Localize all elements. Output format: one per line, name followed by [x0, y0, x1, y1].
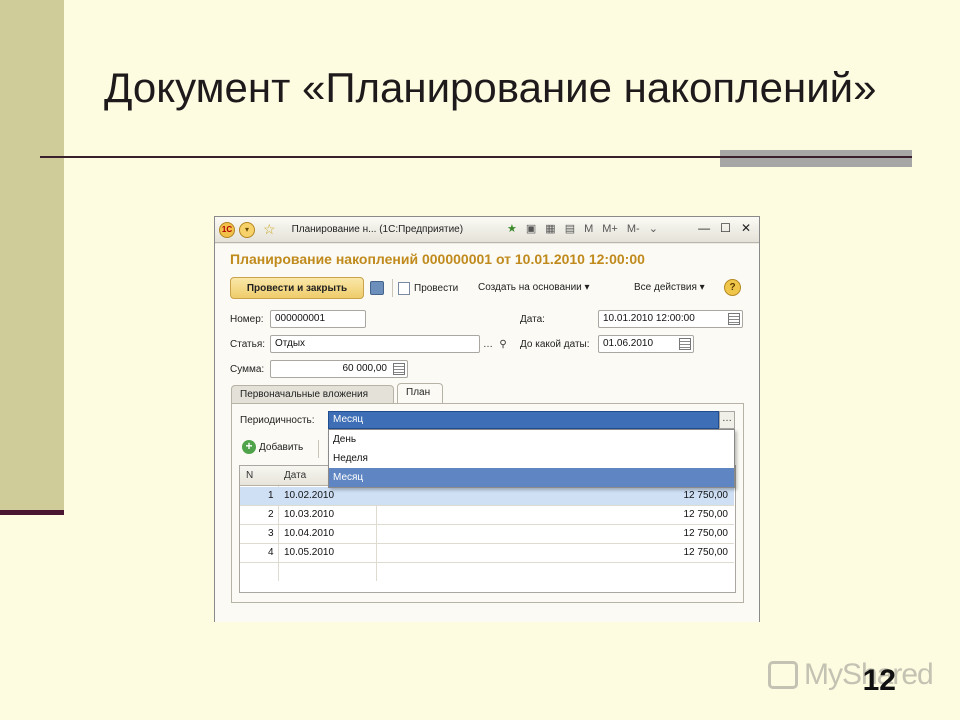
watermark: MyShared — [768, 658, 934, 692]
watermark-logo-icon — [768, 661, 798, 689]
slide-left-bar-line — [0, 510, 64, 515]
add-icon: + — [242, 440, 256, 454]
maximize-icon[interactable]: ☐ — [720, 221, 731, 235]
main-menu-icon[interactable]: ▾ — [239, 221, 255, 238]
all-actions-button[interactable]: Все действия ▾ — [634, 282, 705, 293]
window-controls: — ☐ ✕ — [698, 221, 751, 235]
save-icon[interactable] — [370, 281, 384, 295]
window-title: Планирование н... (1С:Предприятие) — [291, 224, 464, 235]
memory-plus-button[interactable]: M+ — [602, 223, 618, 235]
calculator-icon[interactable]: ▦ — [545, 222, 555, 235]
option-month[interactable]: Месяц — [329, 468, 734, 487]
periodicity-dropdown-button[interactable]: … — [719, 411, 735, 429]
row-sum: 12 750,00 — [683, 547, 729, 558]
title-accent-block — [720, 150, 912, 167]
post-document-icon — [398, 282, 410, 295]
sum-label: Сумма: — [230, 364, 265, 375]
table-row[interactable]: 4 10.05.2010 12 750,00 — [240, 544, 734, 563]
row-date: 10.04.2010 — [284, 528, 335, 539]
favorites-star-icon[interactable]: ☆ — [263, 221, 276, 238]
post-button[interactable]: Провести — [398, 282, 458, 295]
article-select-button[interactable]: … — [480, 335, 496, 353]
table-row[interactable]: 2 10.03.2010 12 750,00 — [240, 506, 734, 525]
number-label: Номер: — [230, 314, 264, 325]
help-icon[interactable]: ? — [724, 279, 741, 296]
sum-field[interactable]: 60 000,00 — [270, 360, 408, 378]
periodicity-dropdown-list: День Неделя Месяц — [328, 429, 735, 488]
number-field[interactable]: 000000001 — [270, 310, 366, 328]
sum-value: 60 000,00 — [342, 363, 388, 374]
article-label: Статья: — [230, 339, 266, 350]
document-title: Планирование накоплений 000000001 от 10.… — [230, 251, 645, 267]
table-row[interactable]: 3 10.04.2010 12 750,00 — [240, 525, 734, 544]
column-n-header[interactable]: N — [246, 470, 253, 481]
row-number: 3 — [268, 528, 274, 539]
until-date-label: До какой даты: — [520, 339, 590, 350]
row-sum: 12 750,00 — [683, 509, 729, 520]
calendar-icon[interactable]: ▤ — [565, 222, 575, 235]
add-favorite-icon[interactable]: ★ — [507, 222, 517, 235]
article-field[interactable]: Отдых — [270, 335, 480, 353]
app-logo-icon[interactable]: 1С — [219, 221, 235, 238]
more-chevron-icon[interactable]: ⌄ — [649, 222, 658, 235]
row-sum: 12 750,00 — [683, 490, 729, 501]
until-date-value: 01.06.2010 — [603, 338, 654, 349]
table-row[interactable]: 1 10.02.2010 12 750,00 — [240, 487, 734, 506]
calendar-picker-icon[interactable] — [728, 313, 740, 325]
row-number: 2 — [268, 509, 274, 520]
toolbar-separator — [392, 279, 393, 297]
option-day[interactable]: День — [329, 430, 734, 449]
add-button-label: Добавить — [259, 441, 304, 453]
row-date: 10.02.2010 — [284, 490, 335, 501]
date-field[interactable]: 10.01.2010 12:00:00 — [598, 310, 743, 328]
article-search-icon[interactable]: ⚲ — [496, 335, 510, 353]
tab-plan[interactable]: План — [397, 383, 443, 403]
create-based-on-button[interactable]: Создать на основании ▾ — [478, 282, 590, 293]
row-number: 4 — [268, 547, 274, 558]
bookmark-icon[interactable]: ▣ — [526, 222, 536, 235]
slide-title: Документ «Планирование накоплений» — [104, 64, 877, 111]
sum-calculator-icon[interactable] — [393, 363, 405, 375]
command-bar: Провести и закрыть Провести Создать на о… — [230, 277, 742, 299]
row-number: 1 — [268, 490, 274, 501]
periodicity-label: Периодичность: — [240, 415, 315, 426]
create-based-label: Создать на основании — [478, 282, 582, 293]
row-sum: 12 750,00 — [683, 528, 729, 539]
until-date-field[interactable]: 01.06.2010 — [598, 335, 694, 353]
option-week[interactable]: Неделя — [329, 449, 734, 468]
row-date: 10.03.2010 — [284, 509, 335, 520]
column-date-header[interactable]: Дата — [284, 470, 306, 481]
memory-minus-button[interactable]: M- — [627, 223, 640, 235]
row-date: 10.05.2010 — [284, 547, 335, 558]
minimize-icon[interactable]: — — [698, 221, 710, 235]
post-and-close-button[interactable]: Провести и закрыть — [230, 277, 364, 299]
table-toolbar-separator — [318, 440, 319, 458]
post-button-label: Провести — [414, 283, 459, 294]
add-row-button[interactable]: + Добавить — [242, 440, 303, 454]
close-icon[interactable]: ✕ — [741, 221, 751, 235]
tab-initial-investments[interactable]: Первоначальные вложения — [231, 385, 394, 403]
page-number: 12 — [862, 664, 896, 697]
until-calendar-icon[interactable] — [679, 338, 691, 350]
all-actions-label: Все действия — [634, 282, 697, 293]
slide-left-bar — [0, 0, 64, 514]
date-label: Дата: — [520, 314, 545, 325]
date-value: 10.01.2010 12:00:00 — [603, 313, 695, 324]
periodicity-select[interactable]: Месяц — [328, 411, 719, 429]
window-titlebar: 1С ▾ ☆ Планирование н... (1С:Предприятие… — [215, 217, 759, 243]
memory-m-button[interactable]: M — [584, 223, 593, 235]
titlebar-tools: ★ ▣ ▦ ▤ M M+ M- ⌄ — [507, 222, 658, 236]
